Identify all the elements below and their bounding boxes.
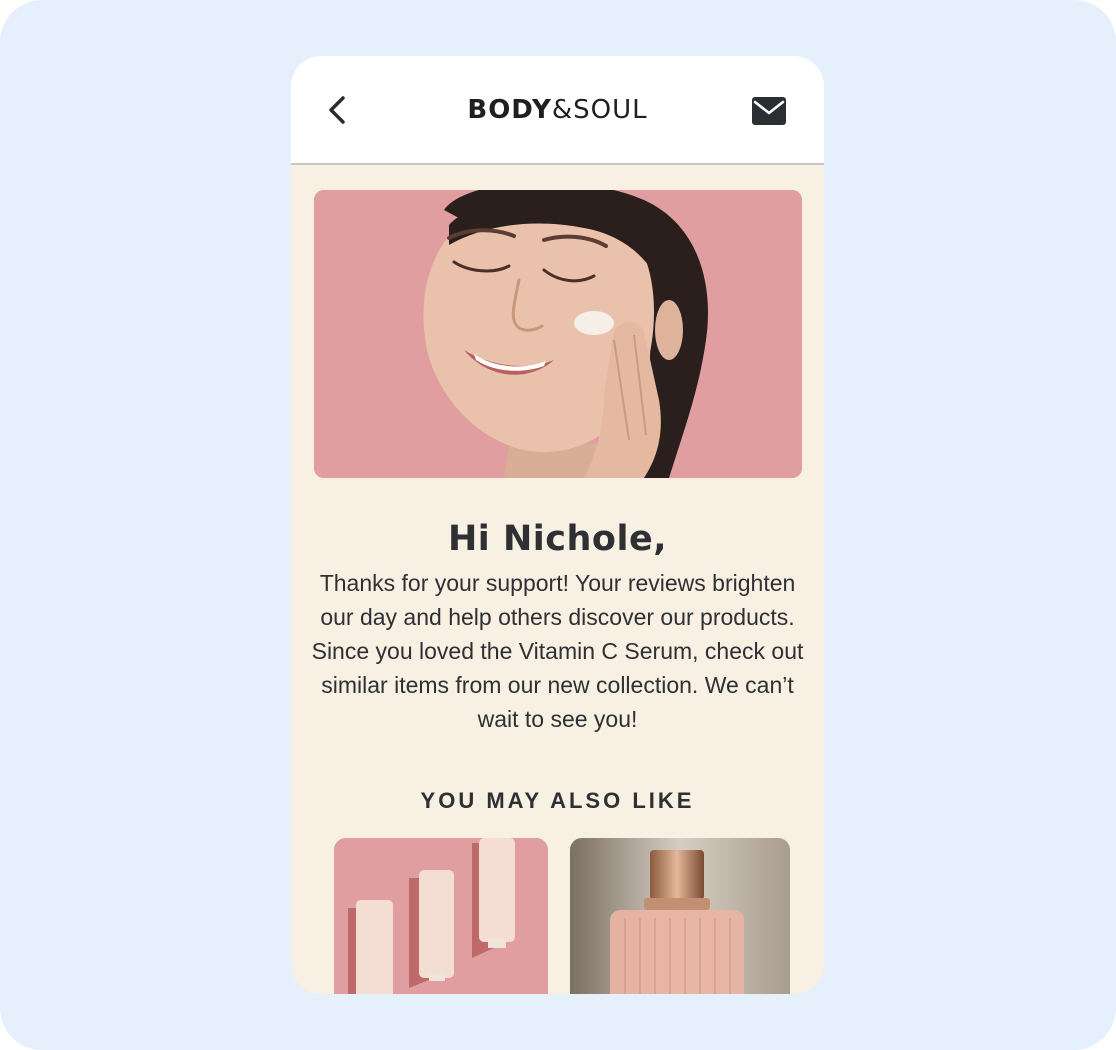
canvas-background: BODY&SOUL Hi Nichole, Thanks for your su… xyxy=(0,0,1116,1050)
email-header: BODY&SOUL xyxy=(291,56,824,165)
email-preview: BODY&SOUL Hi Nichole, Thanks for your su… xyxy=(291,56,824,994)
greeting-heading: Hi Nichole, xyxy=(447,519,667,559)
logo-light-text: &SOUL xyxy=(551,95,648,125)
cream-tubes-image xyxy=(334,838,548,994)
envelope-icon xyxy=(752,97,786,125)
perfume-bottle-image xyxy=(570,838,790,994)
mail-button[interactable] xyxy=(751,96,787,126)
hero-image xyxy=(314,190,802,478)
thank-you-message: Thanks for your support! Your reviews br… xyxy=(311,570,804,732)
recommendations-heading: YOU MAY ALSO LIKE xyxy=(420,788,695,813)
product-card-perfume[interactable] xyxy=(570,838,790,994)
product-card-cream-tubes[interactable] xyxy=(334,838,548,994)
logo-bold-text: BODY xyxy=(467,95,552,125)
woman-portrait-illustration xyxy=(314,190,802,478)
brand-logo: BODY&SOUL xyxy=(291,94,824,126)
